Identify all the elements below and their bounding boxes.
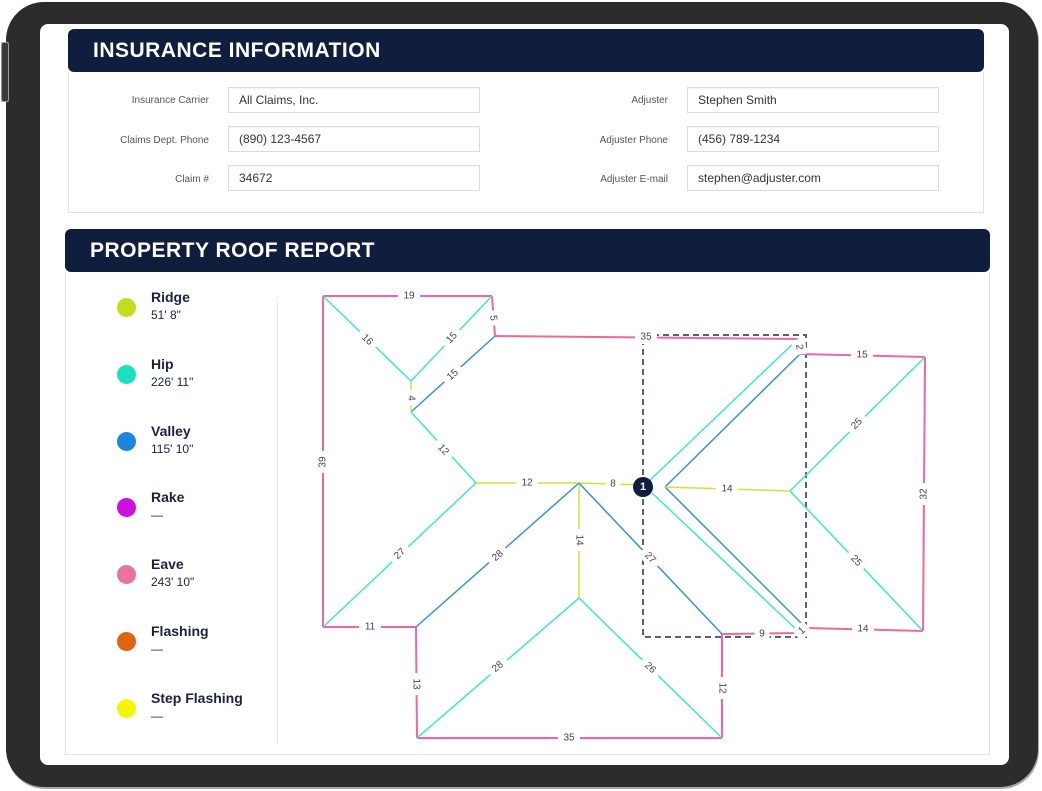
segment-length-text: 35 <box>640 331 652 342</box>
segment-length-label: 9 <box>754 626 770 642</box>
segment-length-label: 16 <box>354 327 380 353</box>
segment-length-text: 14 <box>574 534 585 546</box>
segment-length-label: 11 <box>359 620 381 634</box>
roof-diagram: 19535215321419123513113916 151541212 827 28… <box>316 289 932 745</box>
segment-length-text: 15 <box>856 349 868 360</box>
section-marker[interactable]: 1 <box>633 477 653 497</box>
segment-length-text: 13 <box>410 678 421 690</box>
segment-length-text: 32 <box>918 488 929 500</box>
segment-length-text: 8 <box>610 478 616 489</box>
segment-length-label: 13 <box>408 672 424 696</box>
segment-length-label: 14 <box>851 621 875 637</box>
hip-line <box>651 492 799 632</box>
screen: INSURANCE INFORMATION Insurance Carrier … <box>40 24 1009 765</box>
segment-length-text: 4 <box>406 395 417 401</box>
segment-length-label: 32 <box>916 482 932 506</box>
segment-length-label: 14 <box>572 529 586 551</box>
segment-length-text: 9 <box>759 628 765 639</box>
segment-length-text: 12 <box>717 682 728 694</box>
segment-length-text: 14 <box>857 623 869 634</box>
segment-length-text: 39 <box>318 456 329 468</box>
segment-length-label: 12 <box>715 677 729 699</box>
marker-label: 1 <box>640 481 646 493</box>
segment-length-label: 2 <box>791 338 807 356</box>
segment-length-text: 19 <box>403 291 415 302</box>
segment-length-label: 12 <box>516 476 538 490</box>
segment-length-label: 12 <box>430 437 456 463</box>
segment-length-label: 35 <box>558 731 580 745</box>
segment-length-label: 39 <box>316 451 330 473</box>
valley-line <box>664 486 807 629</box>
segment-length-text: 12 <box>521 478 533 489</box>
segment-length-label: 8 <box>605 476 621 492</box>
hip-line <box>646 338 799 484</box>
segment-length-text: 35 <box>563 733 575 744</box>
valley-line <box>664 353 801 488</box>
segment-length-text: 11 <box>365 622 376 633</box>
segment-length-label: 19 <box>398 289 420 303</box>
segment-length-label: 35 <box>634 329 658 345</box>
tablet-side-button <box>1 42 9 102</box>
segment-length-label: 15 <box>850 347 874 363</box>
segment-length-label: 4 <box>404 390 418 406</box>
segment-length-label: 5 <box>485 309 501 327</box>
segment-length-label: 14 <box>715 481 739 497</box>
segment-length-label: 1 <box>791 620 813 642</box>
segment-length-text: 14 <box>721 483 733 494</box>
